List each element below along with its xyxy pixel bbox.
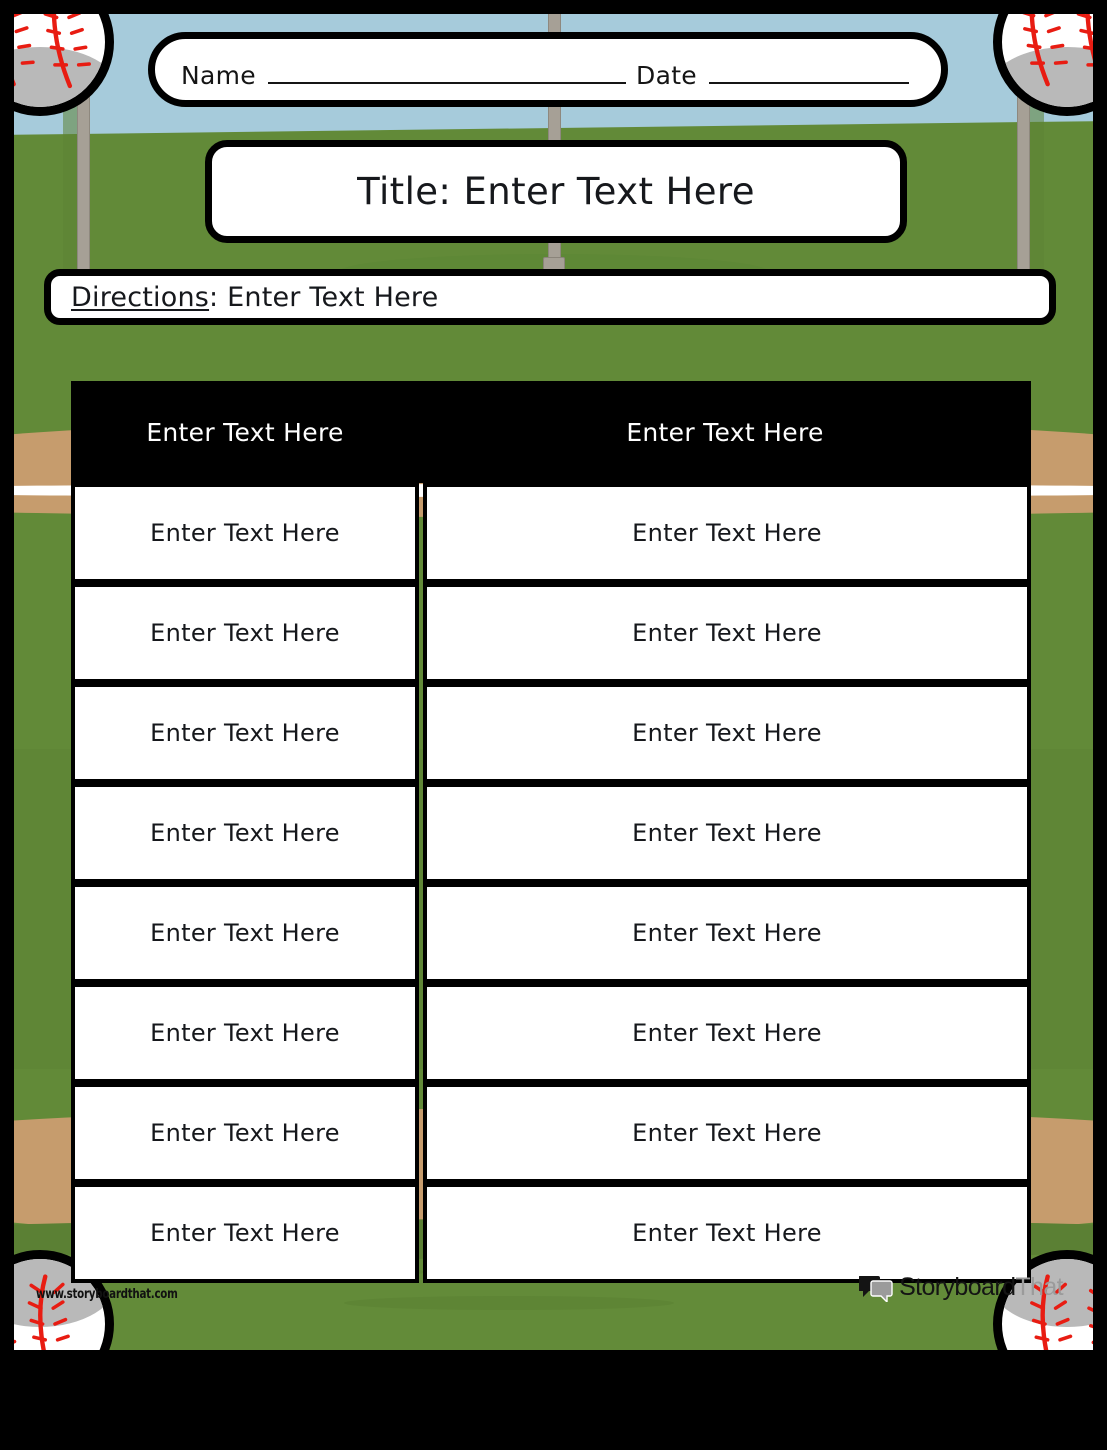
title-text[interactable]: Title: Enter Text Here	[357, 170, 755, 213]
date-label: Date	[636, 61, 697, 90]
worksheet-table: Enter Text Here Enter Text Here Enter Te…	[71, 381, 1031, 1283]
directions-panel[interactable]: Directions: Enter Text Here	[44, 269, 1056, 325]
table-cell-r2-c2[interactable]: Enter Text Here	[423, 583, 1031, 683]
table-header-row: Enter Text Here Enter Text Here	[71, 381, 1031, 483]
table-cell-r8-c1[interactable]: Enter Text Here	[71, 1183, 419, 1283]
table-cell-r2-c1[interactable]: Enter Text Here	[71, 583, 419, 683]
table-cell-r4-c1[interactable]: Enter Text Here	[71, 783, 419, 883]
table-cell-r3-c1[interactable]: Enter Text Here	[71, 683, 419, 783]
brand-that: That	[1015, 1273, 1063, 1301]
name-date-row: Name Date	[181, 61, 919, 91]
baseball-decoration-top-left	[14, 14, 114, 116]
directions-value[interactable]: Enter Text Here	[227, 282, 438, 313]
table-column-header-2[interactable]: Enter Text Here	[419, 418, 1031, 447]
title-panel[interactable]: Title: Enter Text Here	[205, 140, 907, 243]
table-row: Enter Text Here Enter Text Here	[71, 1083, 1031, 1183]
table-row: Enter Text Here Enter Text Here	[71, 883, 1031, 983]
table-row: Enter Text Here Enter Text Here	[71, 483, 1031, 583]
brand-wordmark: StoryboardThat	[899, 1273, 1064, 1302]
baseball-decoration-top-right	[993, 14, 1093, 116]
table-cell-r6-c1[interactable]: Enter Text Here	[71, 983, 419, 1083]
name-label: Name	[181, 61, 256, 90]
table-cell-r5-c1[interactable]: Enter Text Here	[71, 883, 419, 983]
directions-label: Directions	[71, 281, 210, 313]
table-row: Enter Text Here Enter Text Here	[71, 683, 1031, 783]
baseball-seam-icon	[1022, 14, 1093, 87]
directions-text[interactable]: Directions: Enter Text Here	[51, 282, 438, 313]
brand-storyboard: Storyboard	[899, 1273, 1016, 1301]
lawn-streak	[344, 1296, 674, 1310]
website-url: www.storyboardthat.com	[36, 1287, 178, 1302]
table-cell-r7-c1[interactable]: Enter Text Here	[71, 1083, 419, 1183]
table-cell-r1-c2[interactable]: Enter Text Here	[423, 483, 1031, 583]
table-cell-r1-c1[interactable]: Enter Text Here	[71, 483, 419, 583]
directions-separator: :	[209, 281, 219, 313]
table-cell-r6-c2[interactable]: Enter Text Here	[423, 983, 1031, 1083]
date-input-line[interactable]	[709, 82, 909, 84]
table-cell-r8-c2[interactable]: Enter Text Here	[423, 1183, 1031, 1283]
table-cell-r5-c2[interactable]: Enter Text Here	[423, 883, 1031, 983]
storyboardthat-logo: StoryboardThat	[859, 1273, 1064, 1302]
table-cell-r4-c2[interactable]: Enter Text Here	[423, 783, 1031, 883]
name-date-panel[interactable]: Name Date	[148, 32, 948, 107]
table-row: Enter Text Here Enter Text Here	[71, 1183, 1031, 1283]
worksheet-page: www.storyboardthat.com StoryboardThat Na…	[0, 0, 1107, 1450]
table-body: Enter Text Here Enter Text Here Enter Text…	[71, 483, 1031, 1283]
baseball-seam-icon	[14, 14, 91, 89]
table-column-header-1[interactable]: Enter Text Here	[71, 418, 419, 447]
name-input-line[interactable]	[267, 82, 627, 84]
speech-bubbles-icon	[859, 1275, 893, 1302]
table-row: Enter Text Here Enter Text Here	[71, 783, 1031, 883]
table-cell-r7-c2[interactable]: Enter Text Here	[423, 1083, 1031, 1183]
table-row: Enter Text Here Enter Text Here	[71, 583, 1031, 683]
table-cell-r3-c2[interactable]: Enter Text Here	[423, 683, 1031, 783]
table-row: Enter Text Here Enter Text Here	[71, 983, 1031, 1083]
